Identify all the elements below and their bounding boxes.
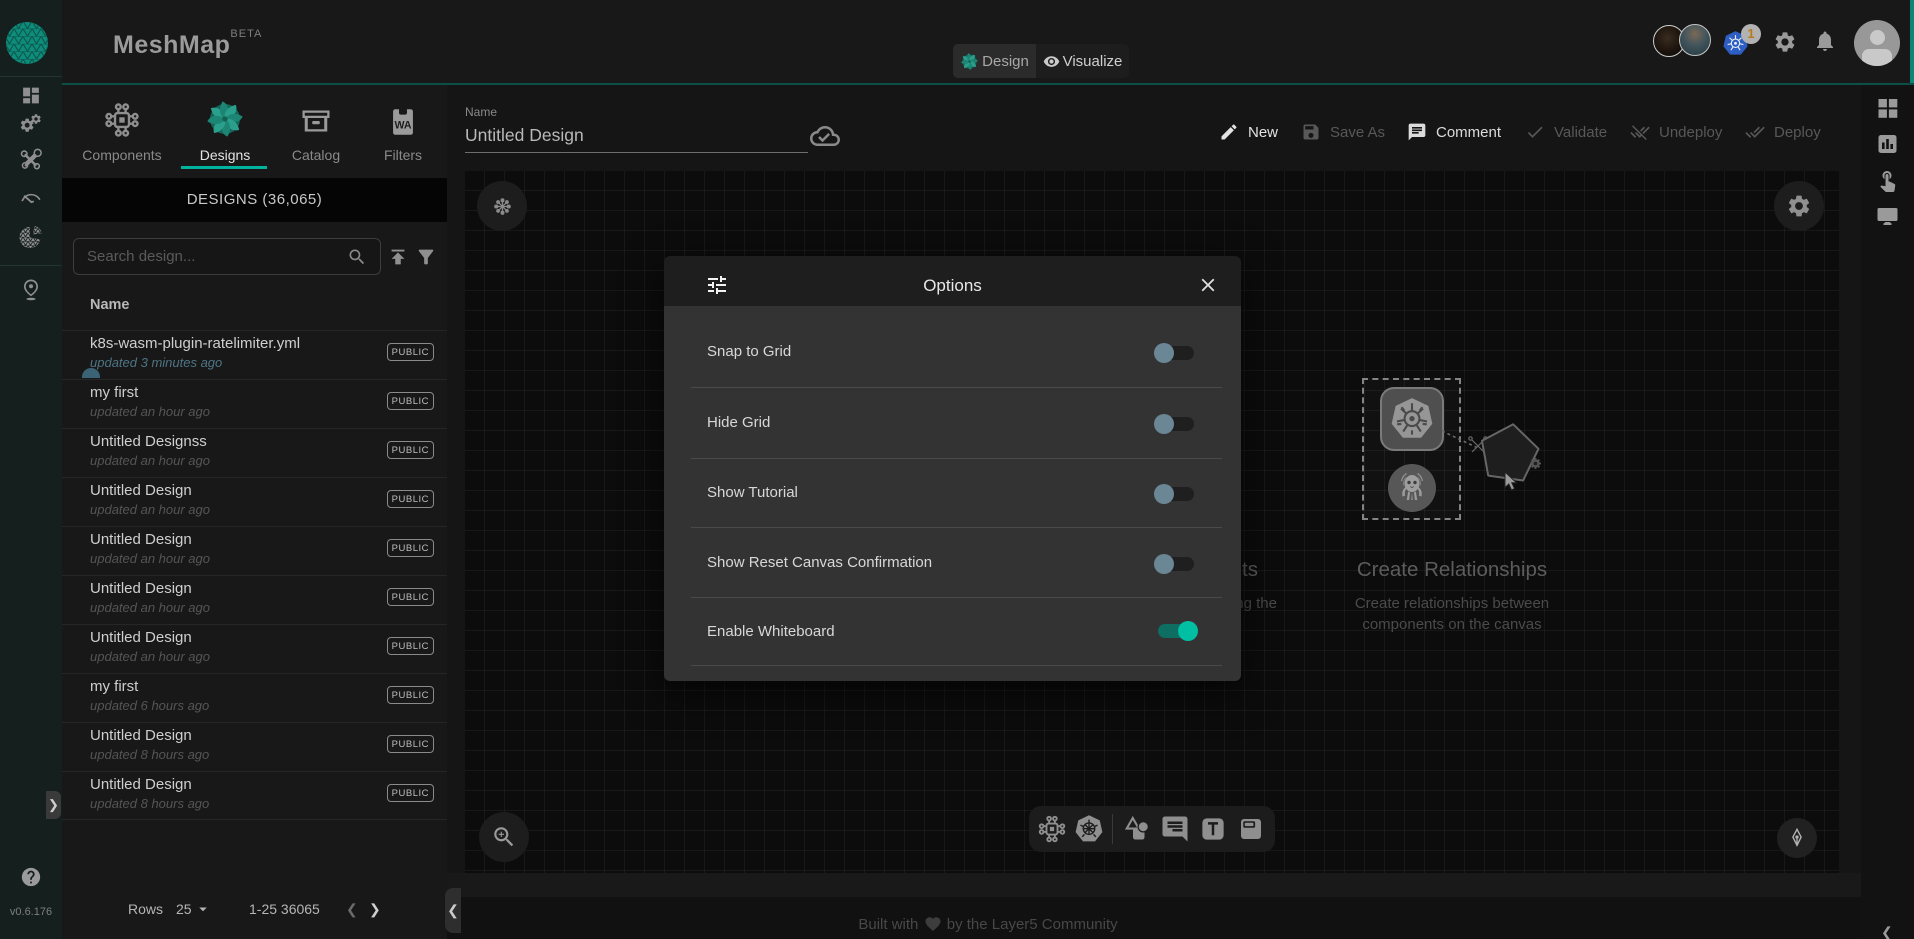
svg-text:WA: WA bbox=[394, 119, 411, 131]
